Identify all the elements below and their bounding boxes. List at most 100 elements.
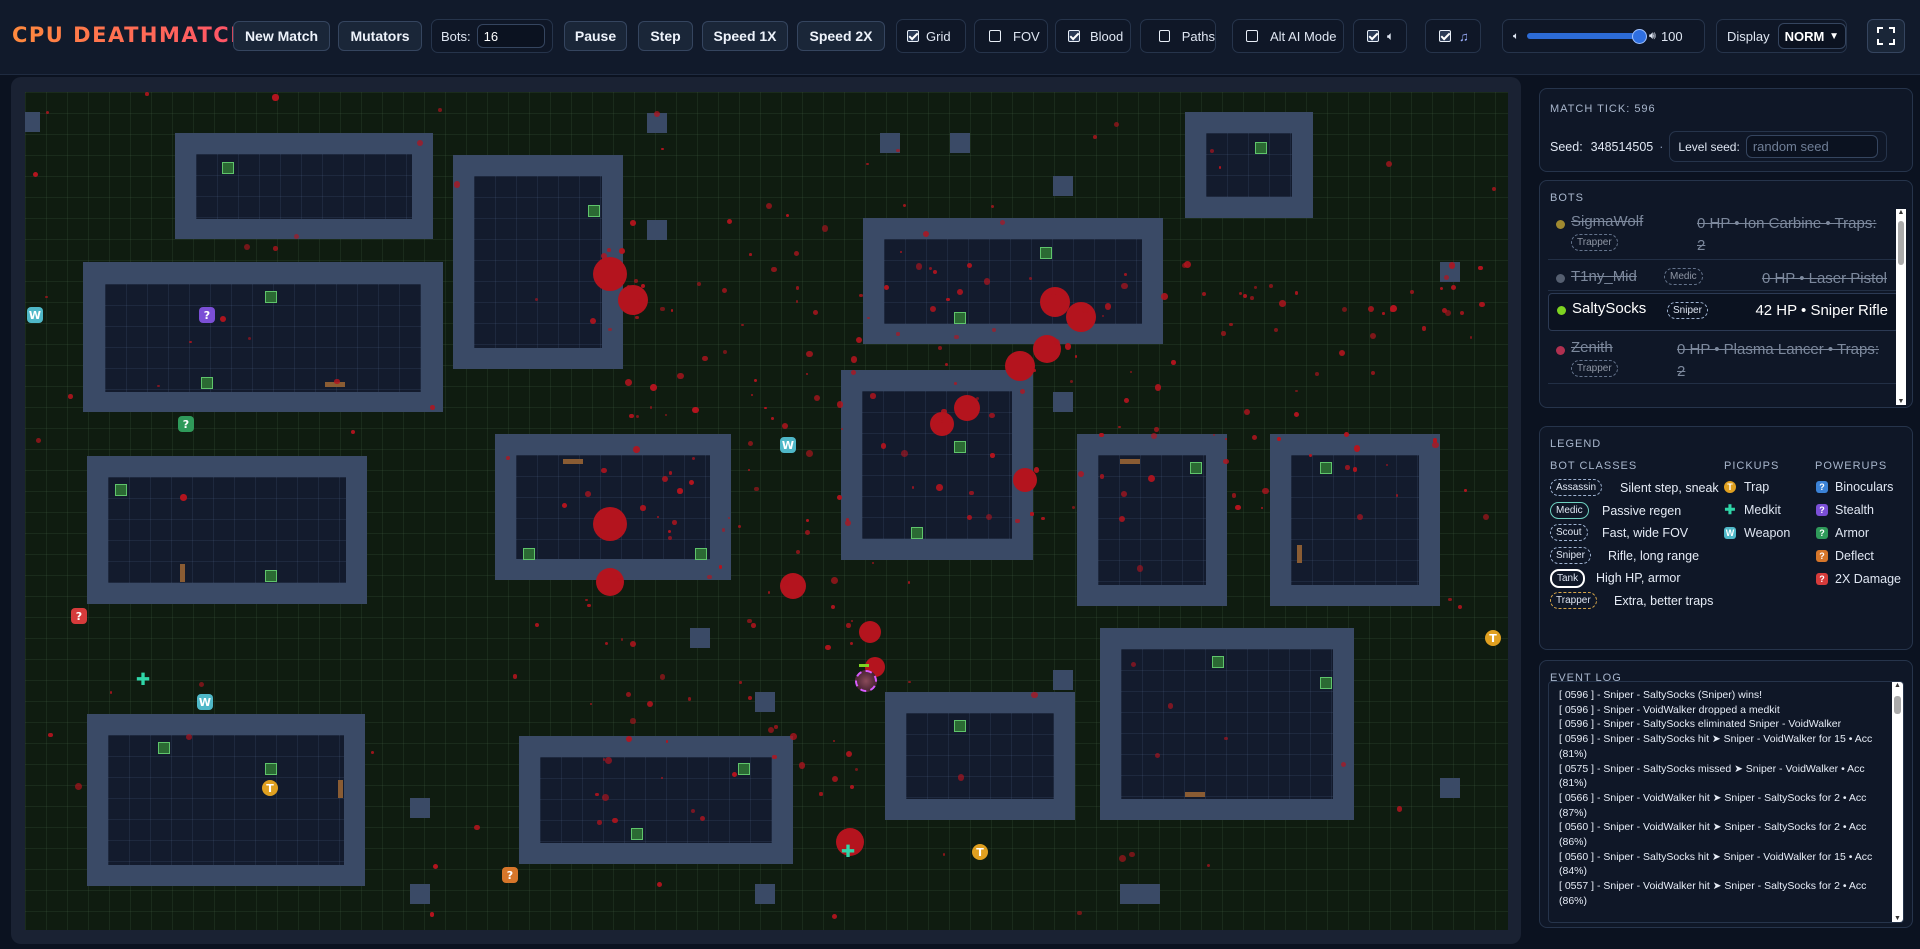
blood-drop (627, 284, 630, 288)
bot-row-saltysocks[interactable]: SaltySocks Sniper 42 HP • Sniper Rifle (1548, 293, 1899, 331)
bots-count-input[interactable]: 16 (476, 24, 545, 48)
blood-drop (832, 739, 835, 742)
display-label: Display (1727, 28, 1770, 44)
blood-drop (1469, 336, 1473, 339)
blood-drop (751, 394, 754, 397)
level-seed-label: Level seed: (1678, 139, 1740, 154)
blood-drop (990, 453, 995, 458)
blood-drop (474, 824, 480, 831)
grid-checkbox[interactable] (907, 30, 919, 42)
blood-drop (751, 623, 756, 628)
blood-drop (665, 414, 668, 417)
blood-drop (813, 309, 819, 315)
bot-class-tag: Trapper (1571, 360, 1618, 377)
event-log-scrollbar-thumb[interactable] (1894, 696, 1901, 714)
new-match-button[interactable]: New Match (233, 21, 330, 51)
blood-drop (900, 450, 908, 457)
class-desc: Extra, better traps (1614, 593, 1714, 608)
blood-drop (608, 327, 612, 332)
sound-toggle[interactable]: 🔈︎ (1353, 19, 1407, 53)
bot-list[interactable]: SigmaWolf Trapper 0 HP • Ion Carbine • Tra… (1540, 207, 1900, 403)
bots-scrollbar[interactable]: ▲ ▼ (1896, 209, 1906, 405)
blood-drop (883, 284, 889, 290)
blood-drop (617, 577, 621, 582)
blood-drop (991, 204, 995, 208)
blood-drop (350, 430, 355, 435)
bot-stats: 0 HP • Laser Pistol (1761, 270, 1887, 287)
bot-name: Zenith (1571, 339, 1613, 356)
blood-drop (795, 300, 798, 303)
room-floor (108, 735, 344, 865)
bot-row-zenith[interactable]: Zenith Trapper 0 HP • Plasma Lancer • Trap… (1548, 333, 1897, 384)
step-button[interactable]: Step (638, 21, 693, 51)
bot-stats: 42 HP • Sniper Rifle (1755, 302, 1888, 319)
wall-block (1053, 392, 1073, 412)
room-floor (1291, 455, 1419, 585)
blood-drop (1448, 597, 1452, 602)
bot-saltysocks-sprite[interactable] (855, 670, 877, 692)
level-seed-input[interactable]: random seed (1745, 135, 1878, 158)
blood-drop (1370, 371, 1375, 376)
blood-drop (1295, 389, 1298, 393)
volume-slider[interactable] (1527, 29, 1647, 44)
paths-toggle[interactable]: Paths (1140, 19, 1216, 53)
supply-crate (201, 377, 213, 389)
fov-checkbox[interactable] (989, 30, 1001, 42)
volume-slider-handle[interactable] (1632, 29, 1647, 44)
bot-stats: 0 HP • Ion Carbine • Traps: 2 (1697, 215, 1877, 254)
sound-checkbox[interactable] (1367, 30, 1379, 42)
blood-checkbox[interactable] (1068, 30, 1080, 42)
blood-toggle[interactable]: Blood (1055, 19, 1131, 53)
wall-block (950, 133, 970, 153)
2x-damage-powerup-icon: ? (1816, 573, 1828, 585)
blood-drop (845, 750, 853, 758)
event-log-scrollbar[interactable]: ▲ ▼ (1892, 682, 1903, 922)
display-select[interactable]: NORM ▼ (1777, 23, 1846, 49)
supply-crate (158, 742, 170, 754)
blood-drop (1464, 489, 1467, 492)
blood-drop (1448, 262, 1456, 269)
blood-drop (640, 505, 646, 511)
paths-checkbox[interactable] (1159, 30, 1170, 42)
class-tag-medic: Medic (1550, 501, 1589, 519)
blood-drop (243, 244, 250, 251)
blood-drop (819, 792, 823, 796)
blood-drop (438, 108, 442, 112)
blood-drop (1432, 441, 1439, 448)
event-log-box[interactable]: [ 0596 ] - Sniper - SaltySocks (Sniper) … (1548, 681, 1904, 923)
fov-toggle[interactable]: FOV (974, 19, 1048, 53)
bot-row-sigmawolf[interactable]: SigmaWolf Trapper 0 HP • Ion Carbine • Tra… (1548, 207, 1897, 260)
alt-ai-checkbox[interactable] (1246, 30, 1258, 42)
blood-drop (984, 278, 991, 285)
pause-button[interactable]: Pause (564, 21, 627, 51)
blood-drop (630, 219, 637, 226)
alt-ai-label: Alt AI Mode (1270, 28, 1337, 44)
blood-drop (1457, 604, 1463, 609)
blood-drop (1218, 166, 1221, 169)
speed-2x-button[interactable]: Speed 2X (797, 21, 885, 51)
grid-toggle[interactable]: Grid (896, 19, 966, 53)
wall-block (690, 628, 710, 648)
blood-drop (707, 575, 712, 580)
blood-drop (943, 853, 946, 856)
fullscreen-button[interactable] (1867, 19, 1905, 53)
blood-drop (1148, 475, 1156, 482)
blood-drop (946, 297, 950, 302)
music-checkbox[interactable] (1439, 30, 1451, 42)
alt-ai-toggle[interactable]: Alt AI Mode (1232, 19, 1344, 53)
legend-panel: LEGEND BOT CLASSES PICKUPS POWERUPS Assa… (1539, 426, 1913, 650)
music-toggle[interactable]: ♫ (1425, 19, 1481, 53)
blood-drop (1099, 432, 1104, 438)
blood-drop (1113, 122, 1119, 128)
supply-crate (738, 763, 750, 775)
blood-drop (1223, 458, 1229, 465)
blood-drop (1314, 372, 1319, 376)
blood-splat (1066, 302, 1096, 332)
bot-class-tag: Trapper (1571, 234, 1618, 251)
speed-1x-button[interactable]: Speed 1X (702, 21, 788, 51)
mutators-button[interactable]: Mutators (338, 21, 422, 51)
bots-scrollbar-thumb[interactable] (1898, 221, 1904, 265)
blood-drop (604, 757, 612, 765)
bot-row-t1nymid[interactable]: T1ny_Mid Medic 0 HP • Laser Pistol (1548, 262, 1897, 291)
game-arena[interactable]: W ? ? W ? T ✚ W T T ? ✚ (25, 92, 1508, 930)
